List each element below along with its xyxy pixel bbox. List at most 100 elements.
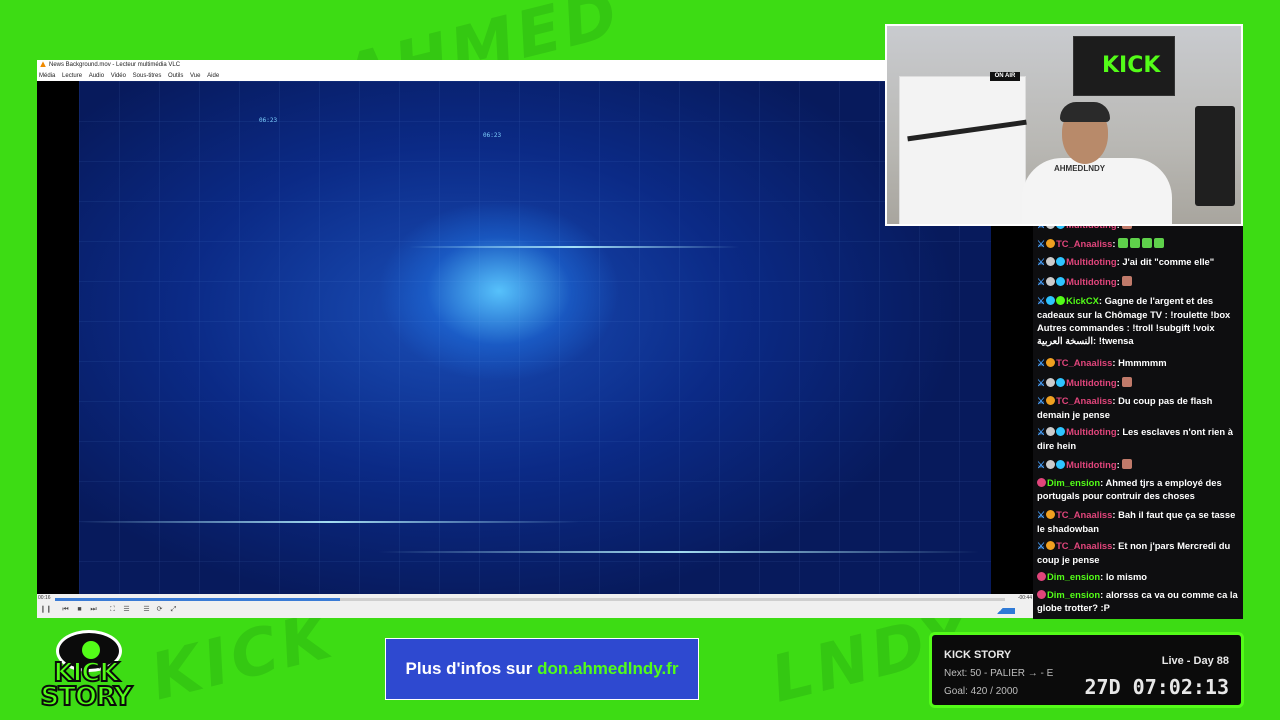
stop-icon[interactable]: ■ (75, 605, 84, 614)
logo-line2: STORY (40, 681, 134, 713)
chat-message: ⚔Multidoting: (1037, 376, 1241, 390)
on-air-sign: ON AIR (990, 72, 1020, 81)
cube-badge-icon (1056, 257, 1066, 266)
moderator-sword-icon: ⚔ (1037, 396, 1046, 406)
chat-username[interactable]: Multidoting (1066, 377, 1117, 388)
cube-badge-icon (1056, 277, 1066, 286)
kick-story-logo: KICK STORY (36, 628, 136, 713)
chat-message: ⚔ TC_Anaaliss: Hmmmmm (1037, 356, 1241, 370)
volume-slider[interactable] (985, 608, 1015, 614)
video-timestamp: 06:23 (483, 132, 502, 139)
emote-icon (1118, 238, 1129, 248)
red-badge-icon (1037, 572, 1046, 581)
video-frame: 06:23 06:23 (79, 81, 991, 594)
sub-badge-icon (1046, 510, 1056, 519)
shirt-text: AHMEDLNDY (1054, 164, 1106, 173)
moderator-sword-icon: ⚔ (1037, 226, 1045, 230)
emote-icon (1130, 238, 1141, 248)
chat-username[interactable]: TC_Anaaliss (1056, 357, 1112, 368)
chat-username[interactable]: TC_Anaaliss (1056, 540, 1112, 551)
chat-username[interactable]: Multidoting (1066, 276, 1117, 287)
cap (1060, 102, 1110, 122)
moderator-sword-icon: ⚔ (1037, 277, 1046, 287)
red-badge-icon (1037, 590, 1046, 599)
info-badge-icon (1046, 257, 1056, 266)
light-streak (79, 521, 579, 523)
shirt: AHMEDLNDY (1022, 158, 1172, 224)
window-title: News Background.mov - Lecteur multimédia… (49, 62, 181, 68)
chat-text: Hmmmmm (1118, 357, 1167, 368)
menu-video[interactable]: Vidéo (111, 73, 126, 79)
fullscreen-icon[interactable]: ⛶ (108, 605, 117, 614)
menu-view[interactable]: Vue (190, 73, 200, 79)
elapsed-time: 00:16 (38, 595, 51, 601)
streamer: AHMEDLNDY (1012, 102, 1172, 224)
cube-badge-icon (1056, 378, 1066, 387)
chat-username[interactable]: TC_Anaaliss (1056, 509, 1112, 520)
red-badge-icon (1037, 478, 1046, 487)
moderator-sword-icon: ⚔ (1037, 378, 1046, 388)
sub-badge-icon (1046, 239, 1056, 248)
menu-help[interactable]: Aide (207, 73, 219, 79)
chat-username[interactable]: Multidoting (1066, 459, 1117, 470)
video-area[interactable]: 06:23 06:23 (37, 81, 1033, 594)
moderator-sword-icon: ⚔ (1037, 296, 1046, 306)
info-badge-icon (1046, 277, 1056, 286)
moderator-sword-icon: ⚔ (1037, 257, 1046, 267)
light-streak (379, 551, 979, 553)
chat-username[interactable]: KickCX (1066, 295, 1099, 306)
eye-pupil (82, 641, 100, 659)
chat-username[interactable]: TC_Anaaliss (1056, 395, 1112, 406)
banner-prefix: Plus d'infos sur (405, 659, 538, 678)
seek-progress (55, 598, 340, 601)
menu-subtitles[interactable]: Sous-titres (133, 73, 162, 79)
chat-message: ⚔ Multidoting: Les esclaves n'ont rien à … (1037, 425, 1241, 452)
chat-username[interactable]: Multidoting (1066, 256, 1117, 267)
cube-badge-icon (1046, 296, 1056, 305)
panel-title: KICK STORY (944, 649, 1012, 661)
menu-media[interactable]: Média (39, 73, 55, 79)
menu-audio[interactable]: Audio (89, 73, 104, 79)
remaining-time: -00:44 (1017, 595, 1032, 601)
info-badge-icon (1046, 226, 1056, 229)
pause-icon[interactable]: ❙❙ (40, 605, 52, 614)
sub-badge-icon (1046, 358, 1056, 367)
playlist-icon[interactable]: ☰ (142, 605, 151, 614)
moderator-sword-icon: ⚔ (1037, 239, 1046, 249)
chat-username[interactable]: Multidoting (1066, 426, 1117, 437)
emote-icon (1122, 276, 1133, 286)
next-icon[interactable]: ⏭ (89, 605, 98, 614)
chat-message: ⚔ Multidoting: J'ai dit "comme elle" (1037, 255, 1241, 269)
banner-url[interactable]: don.ahmedlndy.fr (537, 659, 678, 678)
moderator-sword-icon: ⚔ (1037, 460, 1046, 470)
shuffle-icon[interactable]: ⤢ (169, 605, 178, 614)
previous-icon[interactable]: ⏮ (61, 605, 70, 614)
chat-username[interactable]: Dim_ension (1047, 477, 1100, 488)
chat-username[interactable]: Dim_ension (1047, 589, 1100, 600)
emote-icon (1122, 377, 1133, 387)
menu-lecture[interactable]: Lecture (62, 73, 82, 79)
info-badge-icon (1046, 460, 1056, 469)
panel-live: Live - Day 88 (1161, 655, 1229, 667)
chat-username[interactable]: Dim_ension (1047, 571, 1100, 582)
chat-message: ⚔Multidoting: (1037, 275, 1241, 289)
menu-tools[interactable]: Outils (168, 73, 183, 79)
loop-icon[interactable]: ⟳ (155, 605, 164, 614)
chat-username[interactable]: Multidoting (1066, 226, 1117, 230)
info-badge-icon (1046, 378, 1056, 387)
chat-message: Dim_ension: alorsss ca va ou comme ca la… (1037, 588, 1241, 614)
emote-icon (1142, 238, 1153, 248)
chat-message: Dim_ension: lo mismo (1037, 570, 1241, 583)
cube-badge-icon (1056, 460, 1066, 469)
sub-badge-icon (1046, 541, 1056, 550)
chat-username[interactable]: TC_Anaaliss (1056, 238, 1112, 249)
light-streak (409, 246, 739, 248)
emote-icon (1122, 226, 1133, 229)
seek-bar[interactable] (55, 598, 1005, 601)
webcam-feed: ON AIR KICK AHMEDLNDY (885, 24, 1243, 226)
panel-clock: 27D 07:02:13 (1084, 675, 1230, 699)
kick-story-panel: KICK STORY Next: 50 - PALIER → - E Goal:… (929, 632, 1244, 708)
settings-icon[interactable]: ☰ (122, 605, 131, 614)
donation-banner: Plus d'infos sur don.ahmedlndy.fr (385, 638, 699, 700)
monitor (1195, 106, 1235, 206)
